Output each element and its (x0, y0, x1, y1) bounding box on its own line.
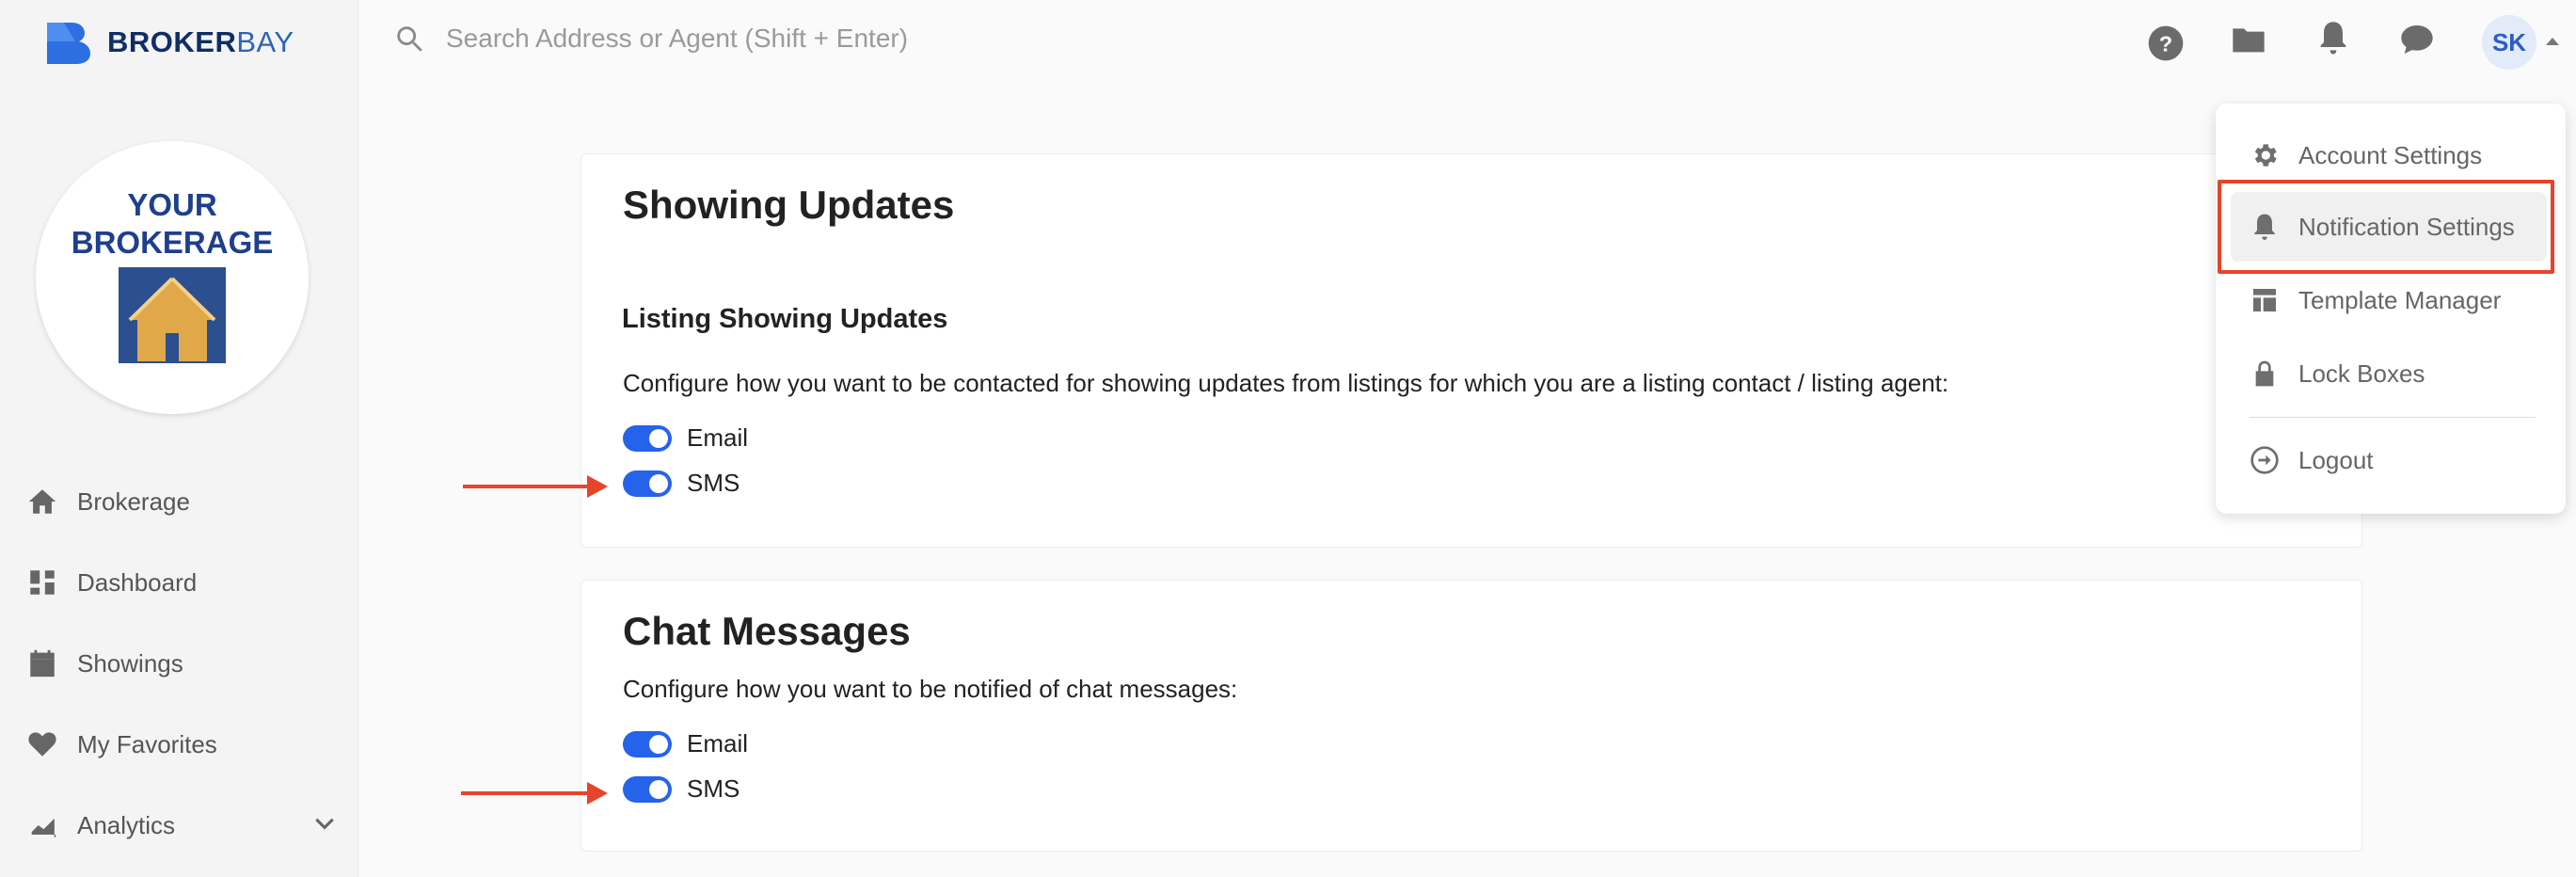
chevron-down-icon[interactable] (312, 810, 337, 841)
menu-item-label: Template Manager (2298, 285, 2502, 314)
brokerage-logo-text: YOUR BROKERAGE (72, 186, 274, 262)
listing-showing-updates-subtitle: Listing Showing Updates (622, 304, 948, 334)
sidebar-item-label: Analytics (77, 810, 176, 839)
menu-divider (2250, 417, 2536, 418)
chat-sms-label: SMS (687, 774, 740, 803)
sidebar: BROKERBAY YOUR BROKERAGE Brokerage Dashb… (0, 0, 358, 877)
dashboard-icon (30, 570, 55, 595)
showing-updates-card: Showing Updates Listing Showing Updates … (580, 153, 2362, 548)
chat-email-toggle[interactable] (623, 730, 672, 757)
chat-email-option: Email (623, 729, 748, 758)
logo-word-broker: BROKER (107, 25, 237, 58)
chat-messages-title: Chat Messages (623, 609, 911, 653)
folder-icon[interactable] (2230, 21, 2267, 58)
brokerage-logo-line2: BROKERAGE (71, 225, 274, 260)
menu-item-label: Logout (2298, 445, 2374, 474)
home-icon (28, 489, 56, 514)
showing-email-option: Email (623, 423, 748, 453)
sidebar-item-brokerage[interactable]: Brokerage (26, 461, 337, 542)
brokerbay-logo-text: BROKERBAY (107, 25, 294, 59)
heart-icon (28, 732, 56, 757)
analytics-icon (28, 818, 56, 837)
sidebar-item-showings[interactable]: Showings (26, 623, 337, 704)
showing-sms-toggle[interactable] (623, 470, 672, 497)
template-icon (2253, 289, 2276, 311)
menu-item-logout[interactable]: Logout (2216, 425, 2566, 495)
account-dropdown-menu: Account Settings Notification Settings T… (2216, 104, 2566, 514)
search-input[interactable]: Search Address or Agent (Shift + Enter) (446, 24, 908, 54)
svg-text:?: ? (2159, 31, 2172, 56)
annotation-arrow-chat-sms (461, 782, 608, 805)
lock-icon (2255, 360, 2274, 387)
help-icon[interactable]: ? (2147, 24, 2185, 62)
brokerbay-logo[interactable]: BROKERBAY (43, 21, 294, 64)
logout-icon (2250, 446, 2279, 474)
search-icon (397, 26, 422, 52)
sidebar-nav: Brokerage Dashboard Showings My Favorite… (26, 461, 337, 866)
gear-icon (2254, 144, 2277, 167)
brokerbay-logo-icon (47, 23, 90, 64)
sidebar-item-my-favorites[interactable]: My Favorites (26, 704, 337, 785)
caret-up-icon[interactable] (2546, 38, 2559, 45)
showing-sms-label: SMS (687, 469, 740, 497)
search-bar[interactable]: Search Address or Agent (Shift + Enter) (393, 23, 908, 55)
annotation-arrow-showing-sms (463, 475, 608, 498)
house-icon (119, 267, 226, 363)
chat-messages-card: Chat Messages Configure how you want to … (580, 580, 2362, 852)
sidebar-item-label: Showings (77, 648, 183, 678)
chat-sms-option: SMS (623, 774, 739, 804)
avatar[interactable]: SK (2482, 15, 2536, 70)
menu-item-lock-boxes[interactable]: Lock Boxes (2216, 339, 2566, 408)
showing-email-label: Email (687, 423, 749, 452)
menu-item-label: Account Settings (2298, 140, 2483, 169)
showing-sms-option: SMS (623, 469, 739, 498)
logo-word-bay: BAY (236, 25, 294, 58)
sidebar-item-analytics[interactable]: Analytics (26, 785, 337, 866)
showing-updates-description: Configure how you want to be contacted f… (623, 369, 1949, 397)
menu-item-label: Lock Boxes (2298, 359, 2425, 388)
annotation-highlight-notification-settings (2218, 180, 2554, 274)
chat-icon[interactable] (2398, 21, 2436, 58)
calendar-icon (30, 649, 55, 678)
bell-icon[interactable] (2314, 19, 2352, 56)
sidebar-item-label: Dashboard (77, 567, 198, 597)
chat-email-label: Email (687, 729, 749, 757)
sidebar-item-label: My Favorites (77, 729, 217, 758)
chat-sms-toggle[interactable] (623, 775, 672, 803)
brokerage-logo: YOUR BROKERAGE (36, 141, 309, 414)
menu-item-template-manager[interactable]: Template Manager (2216, 265, 2566, 335)
showing-email-toggle[interactable] (623, 424, 672, 452)
chat-messages-description: Configure how you want to be notified of… (623, 675, 1238, 703)
sidebar-item-label: Brokerage (77, 486, 190, 516)
brokerage-logo-line1: YOUR (127, 187, 217, 222)
showing-updates-title: Showing Updates (623, 183, 955, 227)
sidebar-item-dashboard[interactable]: Dashboard (26, 542, 337, 623)
